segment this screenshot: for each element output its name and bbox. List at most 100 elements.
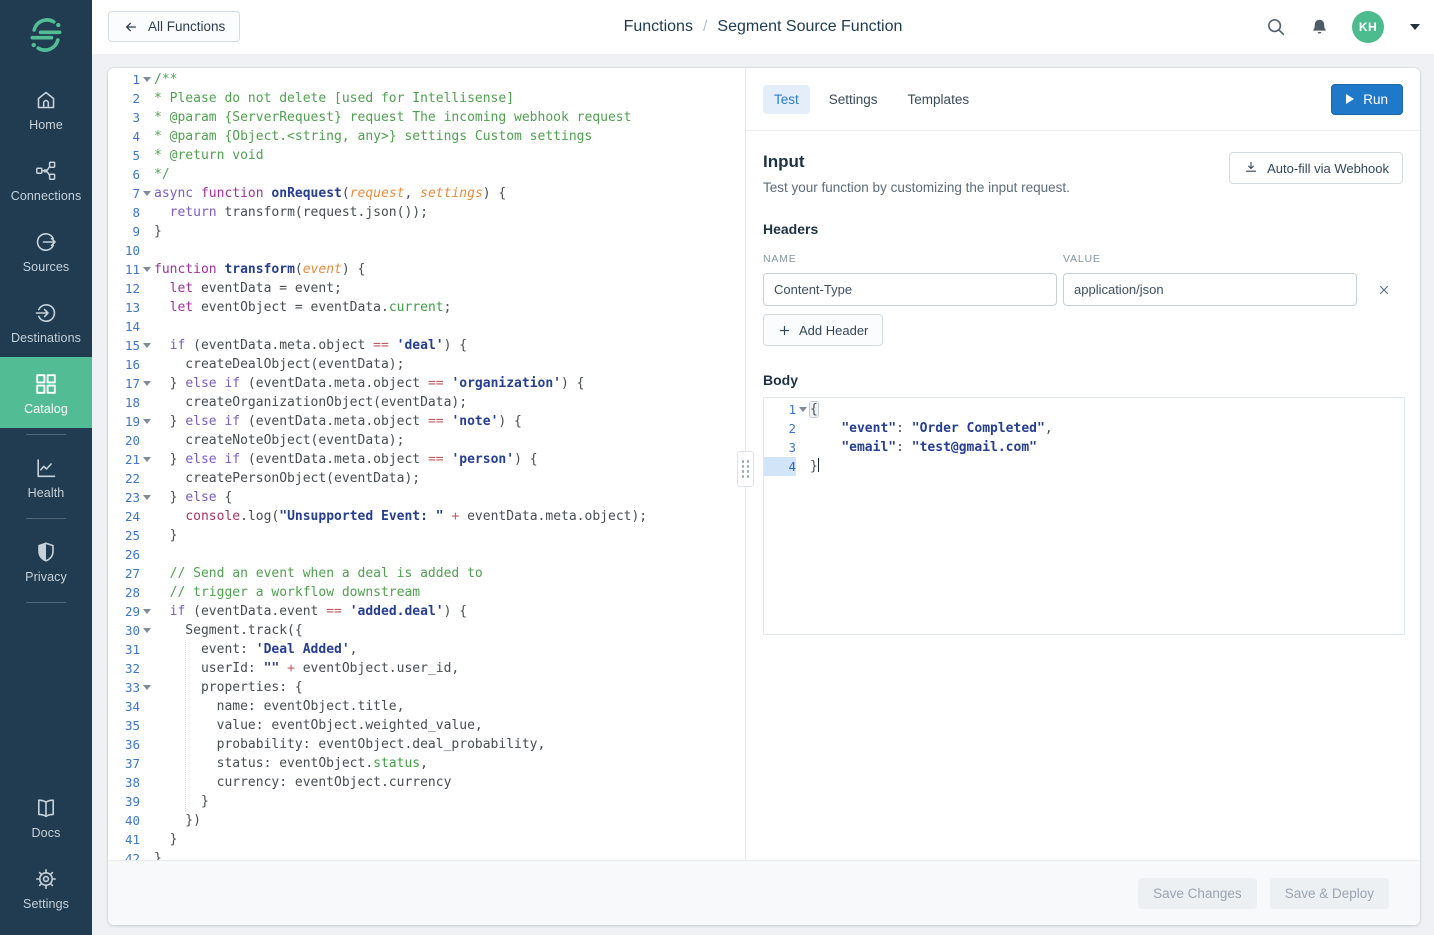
bell-icon[interactable]: [1309, 17, 1330, 38]
breadcrumb-parent[interactable]: Functions: [624, 18, 693, 36]
code-line[interactable]: 18 createOrganizationObject(eventData);: [108, 393, 745, 412]
code-line[interactable]: 4}: [764, 457, 1404, 476]
code-line[interactable]: 34 name: eventObject.title,: [108, 697, 745, 716]
code-line[interactable]: 17 } else if (eventData.meta.object == '…: [108, 374, 745, 393]
save-changes-button[interactable]: Save Changes: [1138, 878, 1257, 909]
fold-gutter: [140, 222, 154, 241]
code-line[interactable]: 5* @return void: [108, 146, 745, 165]
code-line[interactable]: 1/**: [108, 70, 745, 89]
code-text: async function onRequest(request, settin…: [154, 184, 506, 203]
code-line[interactable]: 39 }: [108, 792, 745, 811]
sidebar-item-destinations[interactable]: Destinations: [0, 286, 92, 357]
code-line[interactable]: 35 value: eventObject.weighted_value,: [108, 716, 745, 735]
line-number: 15: [108, 336, 140, 355]
code-line[interactable]: 25 }: [108, 526, 745, 545]
fold-arrow-icon[interactable]: [140, 184, 154, 203]
add-header-button[interactable]: Add Header: [763, 314, 883, 346]
fold-arrow-icon[interactable]: [140, 602, 154, 621]
chevron-down-icon[interactable]: [1410, 24, 1420, 30]
code-line[interactable]: 32 userId: "" + eventObject.user_id,: [108, 659, 745, 678]
sidebar-item-settings[interactable]: Settings: [0, 852, 92, 923]
code-line[interactable]: 22 createPersonObject(eventData);: [108, 469, 745, 488]
fold-arrow-icon[interactable]: [140, 450, 154, 469]
code-line[interactable]: 4* @param {Object.<string, any>} setting…: [108, 127, 745, 146]
autofill-via-webhook-button[interactable]: Auto-fill via Webhook: [1229, 152, 1403, 184]
code-line[interactable]: 2* Please do not delete [used for Intell…: [108, 89, 745, 108]
line-number: 41: [108, 830, 140, 849]
code-line[interactable]: 33 properties: {: [108, 678, 745, 697]
fold-arrow-icon[interactable]: [140, 678, 154, 697]
code-line[interactable]: 31 event: 'Deal Added',: [108, 640, 745, 659]
code-line[interactable]: 15 if (eventData.meta.object == 'deal') …: [108, 336, 745, 355]
sidebar-item-connections[interactable]: Connections: [0, 144, 92, 215]
code-line[interactable]: 41 }: [108, 830, 745, 849]
run-button[interactable]: Run: [1331, 84, 1403, 115]
sidebar-divider: [26, 518, 66, 519]
tab-test[interactable]: Test: [763, 85, 810, 114]
code-line[interactable]: 10: [108, 241, 745, 260]
fold-arrow-icon[interactable]: [140, 260, 154, 279]
code-line[interactable]: 14: [108, 317, 745, 336]
fold-gutter: [140, 811, 154, 830]
search-icon[interactable]: [1265, 16, 1287, 38]
fold-arrow-icon[interactable]: [140, 336, 154, 355]
code-line[interactable]: 40 }): [108, 811, 745, 830]
code-line[interactable]: 27 // Send an event when a deal is added…: [108, 564, 745, 583]
code-line[interactable]: 42}: [108, 849, 745, 860]
body-editor[interactable]: 1{2 "event": "Order Completed",3 "email"…: [763, 397, 1405, 635]
code-line[interactable]: 1{: [764, 400, 1404, 419]
fold-arrow-icon[interactable]: [796, 400, 810, 419]
header-name-input[interactable]: [763, 273, 1057, 306]
remove-header-button[interactable]: [1375, 281, 1393, 299]
code-line[interactable]: 9}: [108, 222, 745, 241]
fold-gutter: [140, 583, 154, 602]
fold-arrow-icon[interactable]: [140, 621, 154, 640]
code-line[interactable]: 30 Segment.track({: [108, 621, 745, 640]
code-text: probability: eventObject.deal_probabilit…: [154, 735, 545, 754]
code-line[interactable]: 3 "email": "test@gmail.com": [764, 438, 1404, 457]
code-line[interactable]: 38 currency: eventObject.currency: [108, 773, 745, 792]
code-line[interactable]: 2 "event": "Order Completed",: [764, 419, 1404, 438]
code-line[interactable]: 29 if (eventData.event == 'added.deal') …: [108, 602, 745, 621]
fold-arrow-icon[interactable]: [140, 412, 154, 431]
sidebar-item-home[interactable]: Home: [0, 73, 92, 144]
code-line[interactable]: 28 // trigger a workflow downstream: [108, 583, 745, 602]
code-line[interactable]: 13 let eventObject = eventData.current;: [108, 298, 745, 317]
input-title: Input: [763, 152, 1070, 172]
code-editor[interactable]: 1/**2* Please do not delete [used for In…: [108, 68, 745, 860]
fold-gutter: [140, 298, 154, 317]
code-line[interactable]: 24 console.log("Unsupported Event: " + e…: [108, 507, 745, 526]
fold-arrow-icon[interactable]: [140, 488, 154, 507]
code-line[interactable]: 37 status: eventObject.status,: [108, 754, 745, 773]
code-line[interactable]: 16 createDealObject(eventData);: [108, 355, 745, 374]
code-line[interactable]: 8 return transform(request.json());: [108, 203, 745, 222]
sidebar-item-sources[interactable]: Sources: [0, 215, 92, 286]
code-line[interactable]: 11function transform(event) {: [108, 260, 745, 279]
sidebar-item-health[interactable]: Health: [0, 441, 92, 512]
segment-logo-icon: [26, 13, 66, 57]
code-line[interactable]: 21 } else if (eventData.meta.object == '…: [108, 450, 745, 469]
code-line[interactable]: 12 let eventData = event;: [108, 279, 745, 298]
fold-gutter: [140, 355, 154, 374]
code-line[interactable]: 6*/: [108, 165, 745, 184]
fold-arrow-icon[interactable]: [140, 70, 154, 89]
code-line[interactable]: 7async function onRequest(request, setti…: [108, 184, 745, 203]
input-subtitle: Test your function by customizing the in…: [763, 180, 1070, 195]
code-line[interactable]: 23 } else {: [108, 488, 745, 507]
code-line[interactable]: 19 } else if (eventData.meta.object == '…: [108, 412, 745, 431]
fold-gutter: [140, 507, 154, 526]
code-line[interactable]: 3* @param {ServerRequest} request The in…: [108, 108, 745, 127]
code-line[interactable]: 36 probability: eventObject.deal_probabi…: [108, 735, 745, 754]
tab-templates[interactable]: Templates: [897, 85, 981, 114]
code-line[interactable]: 20 createNoteObject(eventData);: [108, 431, 745, 450]
sidebar-item-docs[interactable]: Docs: [0, 781, 92, 852]
avatar[interactable]: KH: [1352, 11, 1384, 43]
sidebar-item-privacy[interactable]: Privacy: [0, 525, 92, 596]
code-line[interactable]: 26: [108, 545, 745, 564]
tab-settings[interactable]: Settings: [818, 85, 889, 114]
sidebar-item-catalog[interactable]: Catalog: [0, 357, 92, 428]
save-and-deploy-button[interactable]: Save & Deploy: [1270, 878, 1389, 909]
header-value-input[interactable]: [1063, 273, 1357, 306]
fold-arrow-icon[interactable]: [140, 374, 154, 393]
code-text: let eventData = event;: [154, 279, 342, 298]
